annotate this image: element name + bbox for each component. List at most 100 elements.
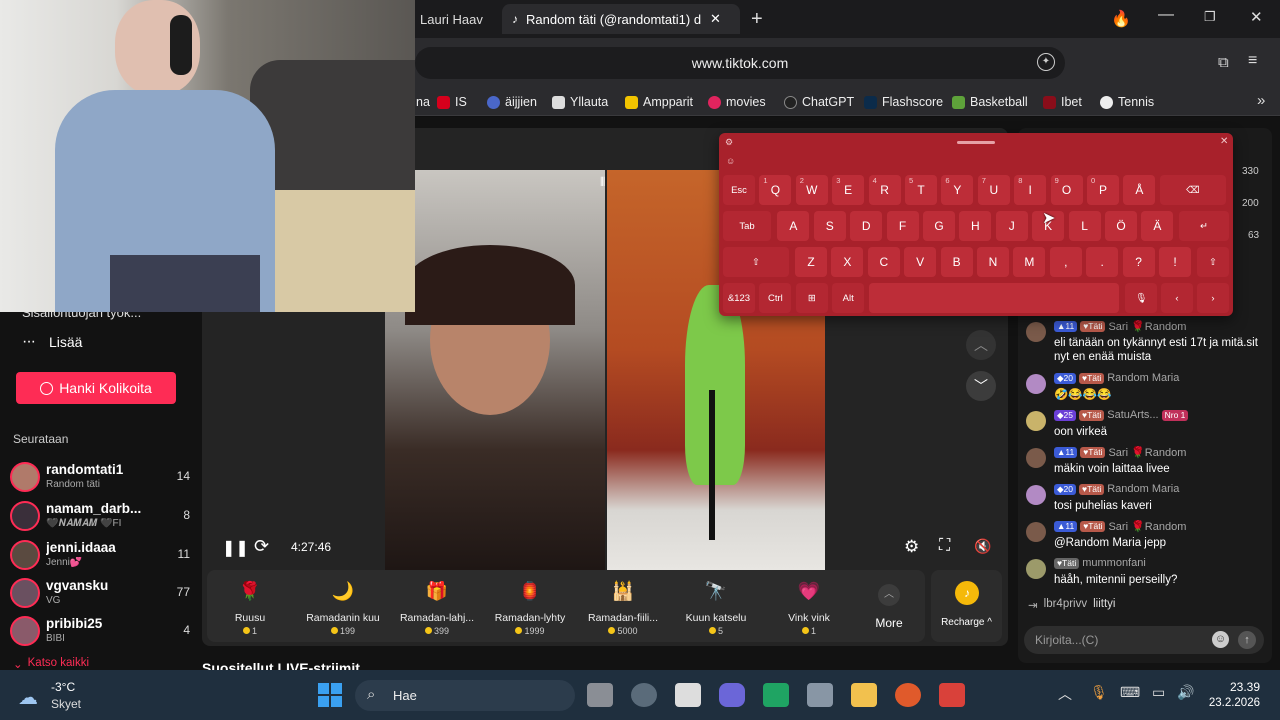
key-punct[interactable]: , bbox=[1049, 247, 1082, 277]
bookmark[interactable]: Yllauta bbox=[552, 95, 608, 109]
gift-item[interactable]: 🌙 Ramadanin kuu 199 bbox=[303, 576, 383, 637]
chat-username[interactable]: Sari 🌹Random bbox=[1108, 520, 1186, 533]
key-f[interactable]: F bbox=[886, 211, 919, 241]
key-ö[interactable]: Ö bbox=[1105, 211, 1137, 241]
bookmark[interactable]: IS bbox=[437, 95, 467, 109]
enter-key[interactable]: ↵ bbox=[1179, 211, 1229, 241]
ai-chat-icon[interactable]: ✦ bbox=[1037, 53, 1055, 71]
chat-username[interactable]: Random Maria bbox=[1107, 483, 1179, 495]
tray-overflow-icon[interactable]: ︿ bbox=[1058, 684, 1072, 704]
key-punct[interactable]: ! bbox=[1159, 247, 1191, 277]
ctrl-key[interactable]: Ctrl bbox=[759, 283, 792, 313]
next-stream-icon[interactable]: ﹀ bbox=[966, 371, 996, 401]
mute-icon[interactable]: 🔇 bbox=[974, 538, 991, 555]
menu-icon[interactable]: ≡ bbox=[1248, 52, 1257, 70]
left-arrow-key[interactable]: ‹ bbox=[1161, 283, 1193, 313]
close-window-icon[interactable]: ✕ bbox=[1250, 8, 1263, 26]
sheets-app-icon[interactable] bbox=[763, 683, 789, 707]
chat-username[interactable]: mummonfani bbox=[1082, 557, 1146, 569]
key-g[interactable]: G bbox=[923, 211, 955, 241]
bookmark[interactable]: äijjien bbox=[487, 95, 537, 109]
key-punct[interactable]: . bbox=[1086, 247, 1119, 277]
keyboard-icon[interactable]: ⌨ bbox=[1120, 684, 1140, 701]
key-e[interactable]: 3E bbox=[832, 175, 865, 205]
esc-key[interactable]: Esc bbox=[723, 175, 755, 205]
gift-item[interactable]: 🏮 Ramadan-lyhty 1999 bbox=[490, 576, 570, 637]
bookmark[interactable]: Flashscore bbox=[864, 95, 943, 109]
bookmark[interactable]: movies bbox=[708, 95, 766, 109]
keyboard-settings-icon[interactable]: ⚙ bbox=[725, 137, 733, 148]
weather-cloud-icon[interactable]: ☁ bbox=[18, 685, 38, 710]
taskbar-search[interactable]: ⌕ Hae bbox=[355, 680, 575, 711]
chat-input[interactable]: Kirjoita...(C) ☺ ↑ bbox=[1024, 626, 1264, 654]
url-field[interactable]: www.tiktok.com ✦ bbox=[415, 47, 1065, 79]
key-z[interactable]: Z bbox=[795, 247, 827, 277]
microphone-icon[interactable]: 🎙 bbox=[1090, 684, 1108, 701]
recharge-button[interactable]: ♪ Recharge ^ bbox=[931, 570, 1002, 642]
chat-username[interactable]: lbr4privv bbox=[1044, 598, 1087, 612]
key-o[interactable]: 9O bbox=[1050, 175, 1083, 205]
duckduckgo-browser-icon[interactable] bbox=[895, 683, 921, 707]
keyboard-close-icon[interactable]: ✕ bbox=[1220, 136, 1228, 147]
key-w[interactable]: 2W bbox=[795, 175, 828, 205]
browser-tab[interactable]: Lauri Haav bbox=[410, 4, 500, 34]
gift-item[interactable]: 🕌 Ramadan-fiili... 5000 bbox=[583, 576, 663, 637]
app-icon[interactable] bbox=[939, 683, 965, 707]
key-d[interactable]: D bbox=[850, 211, 883, 241]
pause-icon[interactable]: ❚❚ bbox=[222, 538, 249, 558]
key-u[interactable]: 7U bbox=[977, 175, 1010, 205]
key-m[interactable]: M bbox=[1013, 247, 1046, 277]
see-all-link[interactable]: ⌄ Katso kaikki bbox=[13, 657, 89, 671]
gift-more-button[interactable]: ︿ More bbox=[862, 578, 916, 630]
key-å[interactable]: Å bbox=[1123, 175, 1156, 205]
bookmarks-overflow-icon[interactable]: » bbox=[1257, 92, 1265, 109]
gift-item[interactable]: 🔭 Kuun katselu 5 bbox=[676, 576, 756, 637]
file-explorer-icon[interactable] bbox=[851, 683, 877, 707]
browser-tab-active[interactable]: ♪ Random täti (@randomtati1) d ✕ bbox=[502, 4, 740, 34]
bookmark[interactable]: ChatGPT bbox=[784, 95, 854, 109]
key-r[interactable]: 4R bbox=[868, 175, 901, 205]
key-punct[interactable]: ? bbox=[1122, 247, 1155, 277]
key-l[interactable]: L bbox=[1068, 211, 1101, 241]
key-s[interactable]: S bbox=[813, 211, 846, 241]
get-coins-button[interactable]: Hanki Kolikoita bbox=[16, 372, 176, 404]
camera-app-icon[interactable] bbox=[719, 683, 745, 707]
gift-item[interactable]: 💗 Vink vink 1 bbox=[769, 576, 849, 637]
windows-start-icon[interactable] bbox=[318, 683, 342, 707]
chat-username[interactable]: Sari 🌹Random bbox=[1108, 446, 1186, 459]
key-v[interactable]: V bbox=[904, 247, 937, 277]
bookmark[interactable]: na bbox=[416, 95, 430, 109]
backspace-key[interactable]: ⌫ bbox=[1159, 175, 1226, 205]
key-p[interactable]: 0P bbox=[1087, 175, 1119, 205]
clock-time[interactable]: 23.39 bbox=[1208, 680, 1260, 694]
shift-right-key[interactable]: ⇧ bbox=[1197, 247, 1229, 277]
gift-item[interactable]: 🌹 Ruusu 1 bbox=[210, 576, 290, 637]
photo-app-icon[interactable] bbox=[675, 683, 701, 707]
new-tab-icon[interactable]: + bbox=[751, 8, 763, 31]
following-item[interactable]: vgvansku VG 77 bbox=[10, 576, 190, 610]
following-item[interactable]: jenni.idaaa Jenni💕 11 bbox=[10, 538, 190, 572]
task-view-icon[interactable] bbox=[587, 683, 613, 707]
following-item[interactable]: randomtati1 Random täti 14 bbox=[10, 460, 190, 494]
settings-icon[interactable]: ⚙ bbox=[904, 537, 919, 557]
fullscreen-icon[interactable]: ⛶ bbox=[939, 537, 950, 555]
close-tab-icon[interactable]: ✕ bbox=[710, 11, 721, 27]
key-x[interactable]: X bbox=[831, 247, 864, 277]
tab-collections-icon[interactable]: ⧉ bbox=[1218, 54, 1229, 71]
key-i[interactable]: 8I bbox=[1014, 175, 1047, 205]
previous-stream-icon[interactable]: ︿ bbox=[966, 330, 996, 360]
minimize-icon[interactable]: — bbox=[1158, 6, 1174, 24]
network-icon[interactable]: ▭ bbox=[1152, 684, 1165, 701]
key-t[interactable]: 5T bbox=[905, 175, 937, 205]
key-c[interactable]: C bbox=[867, 247, 900, 277]
key-b[interactable]: B bbox=[940, 247, 973, 277]
following-item[interactable]: pribibi25 BIBI 4 bbox=[10, 614, 190, 648]
shift-left-key[interactable]: ⇧ bbox=[723, 247, 789, 277]
alt-key[interactable]: Alt bbox=[832, 283, 865, 313]
chat-username[interactable]: SatuArts... bbox=[1107, 409, 1158, 421]
refresh-icon[interactable]: ⟳ bbox=[254, 536, 269, 557]
chat-username[interactable]: Sari 🌹Random bbox=[1108, 320, 1186, 333]
restore-icon[interactable]: ❐ bbox=[1204, 9, 1216, 25]
key-a[interactable]: A bbox=[777, 211, 810, 241]
symbols-key[interactable]: &123 bbox=[723, 283, 755, 313]
